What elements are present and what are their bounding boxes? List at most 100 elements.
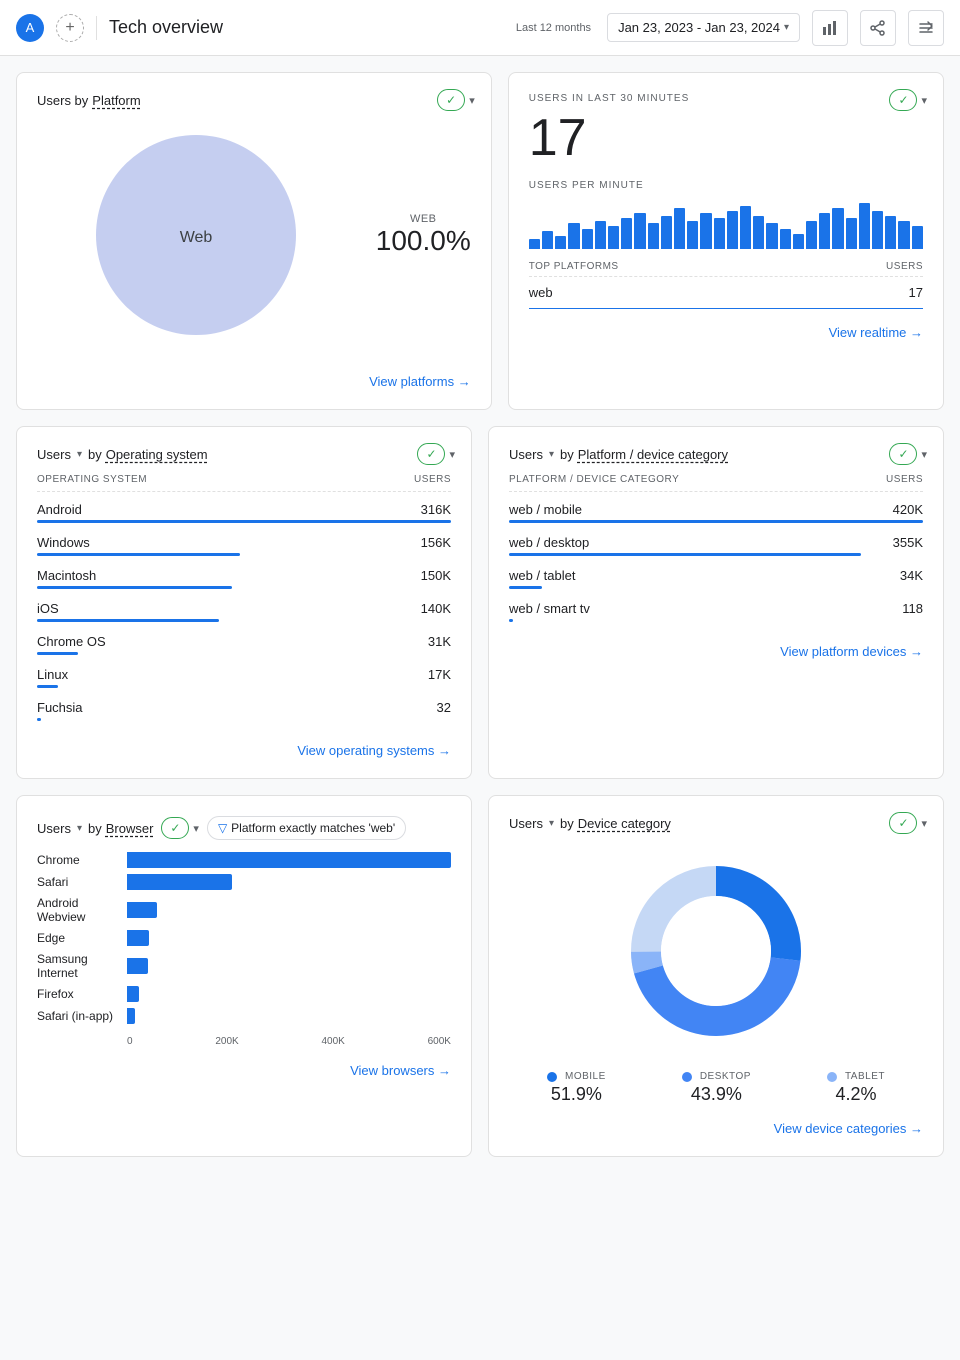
row-3: Users ▾ by Browser ✓ ▾ ▽ Platform exactl…	[16, 795, 944, 1157]
os-table: OPERATING SYSTEM USERS Android 316K Wind…	[37, 474, 451, 727]
dropdown-arrow-icon[interactable]: ▾	[469, 94, 475, 107]
platform-device-card: Users ▾ by Platform / device category ✓ …	[488, 426, 944, 779]
mini-bar	[674, 208, 685, 249]
mini-bar	[700, 213, 711, 249]
legend-dot	[682, 1072, 692, 1082]
top-platforms-header: TOP PLATFORMS USERS	[529, 261, 923, 277]
view-realtime-link[interactable]: View realtime →	[529, 325, 923, 340]
pd-row: web / tablet 34K	[509, 562, 923, 595]
more-options-button[interactable]	[908, 10, 944, 46]
browser-row: Chrome	[37, 852, 451, 868]
os-row: Fuchsia 32	[37, 694, 451, 727]
row-1: Users by Platform ✓ ▾ Web WEB 100.0%	[16, 72, 944, 410]
pd-dropdown-icon[interactable]: ▾	[921, 448, 927, 461]
device-legend-item: MOBILE 51.9%	[547, 1071, 606, 1105]
mini-bar	[555, 236, 566, 249]
realtime-dropdown-icon[interactable]: ▾	[921, 94, 927, 107]
date-range-label: Last 12 months	[516, 22, 591, 34]
browser-row: Safari (in-app)	[37, 1008, 451, 1024]
device-legend-item: DESKTOP 43.9%	[682, 1071, 751, 1105]
view-browsers-link[interactable]: View browsers →	[37, 1063, 451, 1078]
mini-bar	[648, 223, 659, 249]
mini-bar	[885, 216, 896, 249]
browser-dropdown-icon[interactable]: ▾	[193, 822, 199, 835]
device-dropdown-icon[interactable]: ▾	[921, 817, 927, 830]
view-os-link[interactable]: View operating systems →	[37, 743, 451, 758]
pd-table-header: PLATFORM / DEVICE CATEGORY USERS	[509, 474, 923, 492]
per-minute-chart	[529, 199, 923, 249]
os-card-title: Users ▾ by Operating system	[37, 447, 451, 462]
browser-card-title: Users ▾ by Browser	[37, 821, 153, 836]
platform-legend-value: 100.0%	[376, 225, 471, 257]
browser-check-badge[interactable]: ✓	[161, 817, 189, 839]
mini-bar	[582, 229, 593, 249]
chevron-down-icon: ▾	[784, 22, 789, 33]
view-device-categories-link[interactable]: View device categories →	[509, 1121, 923, 1136]
mini-bar	[780, 229, 791, 249]
mini-bar	[687, 221, 698, 249]
os-row: Macintosh 150K	[37, 562, 451, 595]
mini-bar	[661, 216, 672, 249]
mini-bar	[727, 211, 738, 249]
browser-users-chevron: ▾	[77, 823, 82, 834]
browser-row: Safari	[37, 874, 451, 890]
header: A + Tech overview Last 12 months Jan 23,…	[0, 0, 960, 56]
date-range-selector[interactable]: Jan 23, 2023 - Jan 23, 2024 ▾	[607, 13, 800, 42]
pd-users-chevron-icon: ▾	[549, 449, 554, 460]
platform-donut: Web	[37, 120, 356, 350]
pd-table: PLATFORM / DEVICE CATEGORY USERS web / m…	[509, 474, 923, 628]
date-range-value: Jan 23, 2023 - Jan 23, 2024	[618, 20, 780, 35]
add-button[interactable]: +	[56, 14, 84, 42]
realtime-card-actions: ✓ ▾	[889, 89, 927, 111]
browser-card-header: Users ▾ by Browser ✓ ▾ ▽ Platform exactl…	[37, 816, 451, 840]
mini-bar	[859, 203, 870, 249]
platform-card-actions: ✓ ▾	[437, 89, 475, 111]
browser-chart: Chrome Safari Android Webview Edge Samsu…	[37, 852, 451, 1024]
platform-view-link-wrap: View platforms →	[37, 350, 471, 389]
browser-card-actions: ✓ ▾	[161, 817, 199, 839]
os-row: Android 316K	[37, 496, 451, 529]
share-icon-button[interactable]	[860, 10, 896, 46]
platform-legend-label: WEB	[376, 213, 471, 225]
realtime-section-label: USERS IN LAST 30 MINUTES	[529, 93, 923, 104]
os-row: Chrome OS 31K	[37, 628, 451, 661]
mini-bar	[912, 226, 923, 249]
os-row: Windows 156K	[37, 529, 451, 562]
os-dropdown-icon[interactable]: ▾	[449, 448, 455, 461]
platform-device-title: Users ▾ by Platform / device category	[509, 447, 923, 462]
mini-bar	[806, 221, 817, 249]
mini-bar	[793, 234, 804, 249]
mini-bar	[621, 218, 632, 249]
view-platforms-link[interactable]: View platforms →	[37, 374, 471, 389]
pd-row: web / smart tv 118	[509, 595, 923, 628]
device-legend-item: TABLET 4.2%	[827, 1071, 885, 1105]
filter-icon: ▽	[218, 821, 227, 835]
mini-bar	[568, 223, 579, 249]
mini-bar	[714, 218, 725, 249]
os-check-badge[interactable]: ✓	[417, 443, 445, 465]
pd-row: web / desktop 355K	[509, 529, 923, 562]
pd-check-badge[interactable]: ✓	[889, 443, 917, 465]
mini-bar	[542, 231, 553, 249]
pd-row: web / mobile 420K	[509, 496, 923, 529]
mini-bar	[898, 221, 909, 249]
platform-card: Users by Platform ✓ ▾ Web WEB 100.0%	[16, 72, 492, 410]
legend-dot	[827, 1072, 837, 1082]
browser-row: Android Webview	[37, 896, 451, 924]
chart-icon-button[interactable]	[812, 10, 848, 46]
browser-row: Firefox	[37, 986, 451, 1002]
filter-badge[interactable]: ▽ Platform exactly matches 'web'	[207, 816, 406, 840]
realtime-check-badge[interactable]: ✓	[889, 89, 917, 111]
realtime-card: ✓ ▾ USERS IN LAST 30 MINUTES 17 USERS PE…	[508, 72, 944, 410]
platform-row: web 17	[529, 277, 923, 309]
mini-bar	[595, 221, 606, 249]
mini-bar	[634, 213, 645, 249]
device-card-actions: ✓ ▾	[889, 812, 927, 834]
device-check-badge[interactable]: ✓	[889, 812, 917, 834]
legend-dot	[547, 1072, 557, 1082]
platform-device-card-actions: ✓ ▾	[889, 443, 927, 465]
check-badge[interactable]: ✓	[437, 89, 465, 111]
browser-card: Users ▾ by Browser ✓ ▾ ▽ Platform exactl…	[16, 795, 472, 1157]
view-platform-devices-link[interactable]: View platform devices →	[509, 644, 923, 659]
os-card-actions: ✓ ▾	[417, 443, 455, 465]
